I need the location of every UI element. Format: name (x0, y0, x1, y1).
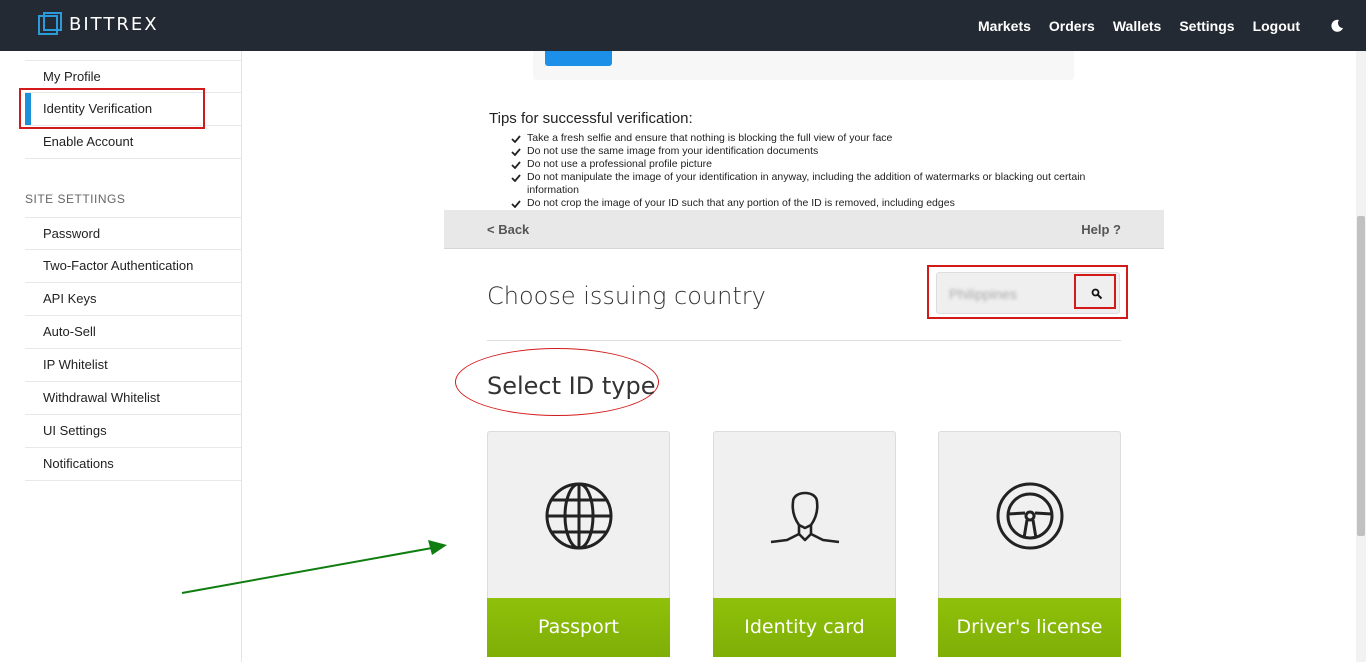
annotation-box-identity (19, 88, 205, 129)
list-item: Do not use the same image from your iden… (511, 145, 1111, 158)
sidebar-item-notifications[interactable]: Notifications (25, 448, 241, 481)
sidebar-item-auto-sell[interactable]: Auto-Sell (25, 316, 241, 349)
upload-button[interactable] (545, 51, 612, 66)
id-type-drivers-license[interactable]: Driver's license (938, 431, 1121, 657)
site-settings-heading: SITE SETTIINGS (25, 192, 126, 206)
section-divider (487, 340, 1121, 341)
settings-sidebar: My Profile Identity Verification Enable … (0, 51, 242, 662)
sidebar-item-two-factor[interactable]: Two-Factor Authentication (25, 250, 241, 283)
tips-list: Take a fresh selfie and ensure that noth… (511, 132, 1111, 210)
sidebar-item-api-keys[interactable]: API Keys (25, 283, 241, 316)
tip-text: Do not use a professional profile pictur… (527, 158, 713, 170)
check-icon (511, 200, 521, 208)
check-icon (511, 161, 521, 169)
identity-card-label[interactable]: Identity card (713, 598, 896, 657)
globe-icon (545, 482, 612, 550)
passport-label[interactable]: Passport (487, 598, 670, 657)
back-button[interactable]: < Back (487, 222, 529, 237)
bittrex-logo-icon (38, 12, 62, 36)
upload-panel (533, 51, 1074, 80)
choose-country-title: Choose issuing country (487, 282, 766, 310)
list-item: Take a fresh selfie and ensure that noth… (511, 132, 1111, 145)
tip-text: Do not manipulate the image of your iden… (527, 171, 1086, 196)
tips-title: Tips for successful verification: (489, 110, 693, 127)
nav-markets[interactable]: Markets (978, 18, 1031, 34)
moon-icon[interactable] (1330, 19, 1344, 33)
verification-widget-header: < Back Help ? (444, 210, 1164, 249)
id-type-passport[interactable]: Passport (487, 431, 670, 657)
annotation-box-search-icon (1074, 274, 1116, 309)
site-settings-menu: Password Two-Factor Authentication API K… (25, 217, 241, 481)
top-navbar: BITTREX Markets Orders Wallets Settings … (0, 0, 1366, 51)
scrollbar-thumb[interactable] (1357, 216, 1365, 536)
select-id-type-title: Select ID type (487, 372, 656, 400)
sidebar-item-password[interactable]: Password (25, 217, 241, 250)
page-scrollbar[interactable] (1356, 51, 1366, 662)
nav-settings[interactable]: Settings (1179, 18, 1234, 34)
list-item: Do not manipulate the image of your iden… (511, 171, 1111, 197)
nav-orders[interactable]: Orders (1049, 18, 1095, 34)
check-icon (511, 148, 521, 156)
drivers-license-label[interactable]: Driver's license (938, 598, 1121, 657)
check-icon (511, 135, 521, 143)
tip-text: Do not crop the image of your ID such th… (527, 197, 955, 209)
brand[interactable]: BITTREX (38, 12, 159, 36)
brand-name: BITTREX (69, 13, 159, 35)
tip-text: Do not use the same image from your iden… (527, 145, 819, 157)
nav-logout[interactable]: Logout (1253, 18, 1300, 34)
sidebar-item-ip-whitelist[interactable]: IP Whitelist (25, 349, 241, 382)
tip-text: Take a fresh selfie and ensure that noth… (527, 132, 893, 144)
id-type-identity-card[interactable]: Identity card (713, 431, 896, 657)
steering-wheel-icon (996, 482, 1063, 550)
check-icon (511, 174, 521, 182)
help-button[interactable]: Help ? (1081, 222, 1121, 237)
main-nav: Markets Orders Wallets Settings Logout (960, 0, 1344, 51)
nav-wallets[interactable]: Wallets (1113, 18, 1162, 34)
person-icon (770, 491, 839, 544)
list-item: Do not crop the image of your ID such th… (511, 197, 1111, 210)
sidebar-item-enable-account[interactable]: Enable Account (25, 126, 241, 159)
sidebar-item-ui-settings[interactable]: UI Settings (25, 415, 241, 448)
sidebar-item-withdrawal-whitelist[interactable]: Withdrawal Whitelist (25, 382, 241, 415)
list-item: Do not use a professional profile pictur… (511, 158, 1111, 171)
